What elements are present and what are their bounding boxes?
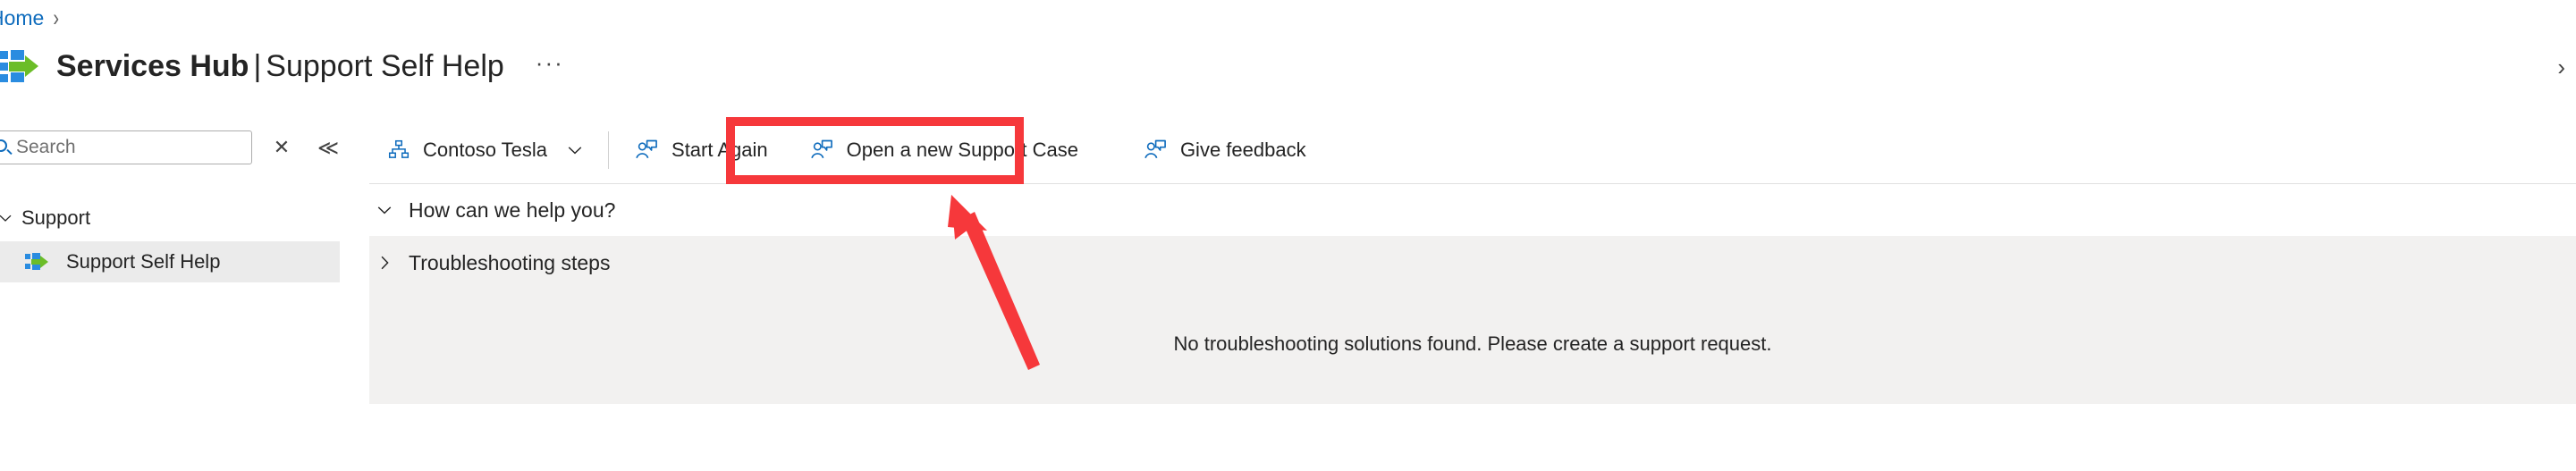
page-title: Services Hub | Support Self Help [56,51,504,81]
command-button-open-new-support-case[interactable]: Open a new Support Case [786,125,1102,175]
sidebar-group-label: Support [21,206,91,229]
header-expand-chevron-icon[interactable]: › [2557,55,2565,79]
breadcrumb-separator-icon: › [53,4,60,32]
search-icon [0,139,7,152]
user-message-icon [634,138,659,163]
accordion-label: How can we help you? [409,198,616,222]
org-hierarchy-icon [387,139,410,162]
search-input[interactable] [14,132,224,163]
chevron-right-icon [369,255,400,271]
search-clear-button[interactable]: ✕ [268,134,295,161]
accordion-label: Troubleshooting steps [409,250,611,274]
sidebar-item-support-self-help[interactable]: Support Self Help [0,241,340,282]
page-title-separator: | [253,49,262,83]
sidebar-item-label: Support Self Help [66,250,221,273]
app-root: Home › Services Hub|Support Self Help ··… [0,0,2576,471]
accordion-how-can-we-help-you[interactable]: How can we help you? [369,184,2576,236]
user-message-icon [1143,138,1168,163]
breadcrumb-item-home[interactable]: Home [0,8,44,29]
command-button-label: Give feedback [1179,139,1306,161]
panel-troubleshooting: Troubleshooting steps No troubleshooting… [369,236,2576,404]
command-button-label: Contoso Tesla [423,139,548,161]
command-bar-divider [608,131,610,169]
page-header: Services Hub | Support Self Help ··· [0,41,570,91]
page-title-app: Services Hub [56,49,249,83]
command-button-start-again[interactable]: Start Again [616,125,786,175]
services-hub-logo-icon [25,253,52,271]
chevron-down-icon[interactable] [567,142,583,158]
command-bar: Contoso Tesla Start Again Open a new Sup… [369,117,2576,183]
sidebar-search-row: ✕ ≪ [0,130,342,164]
page-title-section: Support Self Help [266,49,504,83]
command-button-label: Open a new Support Case [846,139,1078,161]
chevron-down-icon [369,202,400,218]
services-hub-logo-icon [0,49,41,83]
sidebar-group-support[interactable]: Support [0,202,231,234]
header-more-options-button[interactable]: ··· [530,51,570,74]
user-message-icon [809,138,834,163]
sidebar-collapse-button[interactable]: ≪ [315,134,342,161]
command-button-give-feedback[interactable]: Give feedback [1125,125,1324,175]
breadcrumb: Home › [0,4,60,32]
chevron-down-icon [0,211,21,225]
accordion-troubleshooting-steps[interactable]: Troubleshooting steps [369,236,2576,286]
search-box[interactable] [0,130,252,164]
sidebar: ✕ ≪ Support Support Self Help [0,116,340,471]
empty-state-message: No troubleshooting solutions found. Plea… [1173,332,1772,355]
command-button-label: Start Again [671,139,768,161]
main-content: How can we help you? Troubleshooting ste… [369,184,2576,404]
command-button-contoso-tesla[interactable]: Contoso Tesla [369,125,601,175]
